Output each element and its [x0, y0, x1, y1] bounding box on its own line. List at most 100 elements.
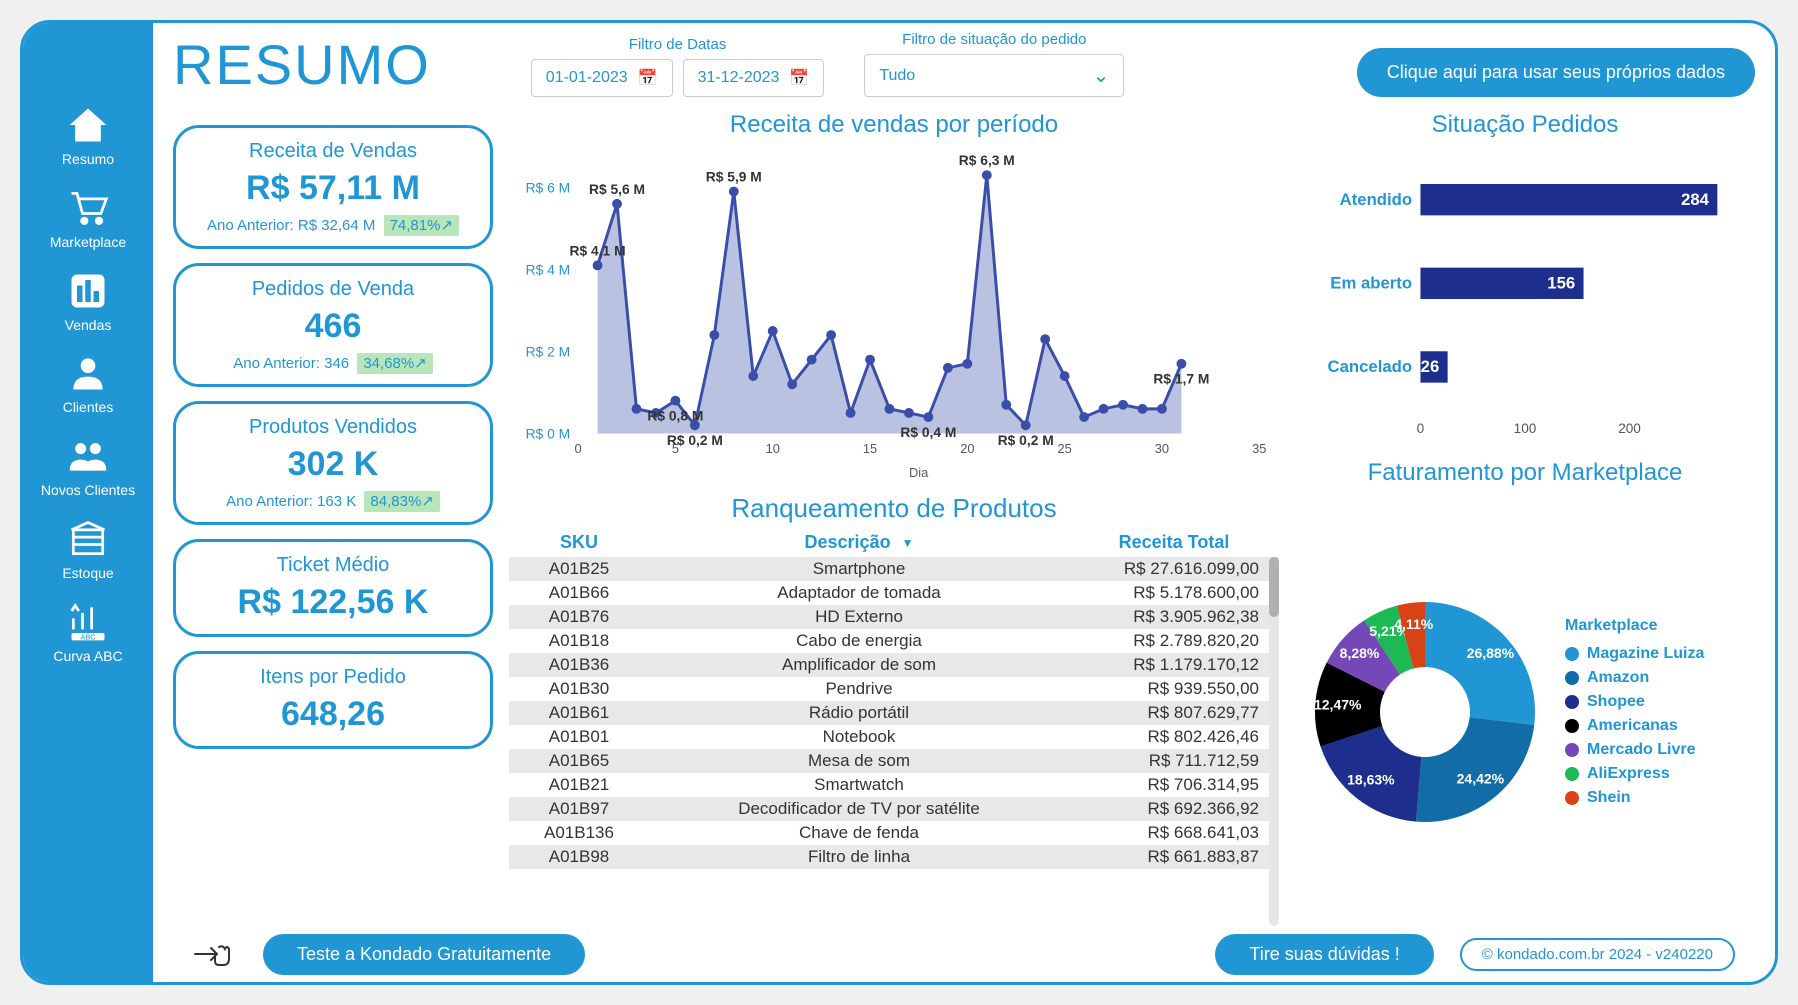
legend-item[interactable]: Amazon — [1565, 669, 1704, 687]
status-chart-title: Situação Pedidos — [1295, 111, 1755, 139]
kpi-prev: Ano Anterior: R$ 32,64 M 74,81%↗ — [192, 216, 474, 234]
kpi-title: Produtos Vendidos — [192, 416, 474, 439]
legend-dot-icon — [1565, 719, 1579, 733]
abc-icon: ABC — [66, 600, 110, 644]
legend-dot-icon — [1565, 671, 1579, 685]
kpi-card: Produtos Vendidos 302 KAno Anterior: 163… — [173, 401, 493, 525]
svg-text:30: 30 — [1155, 441, 1169, 456]
svg-text:R$ 2 M: R$ 2 M — [526, 343, 571, 359]
svg-text:156: 156 — [1547, 274, 1575, 293]
col-sku[interactable]: SKU — [509, 532, 649, 553]
svg-text:0: 0 — [575, 441, 582, 456]
sidebar-item-estoque[interactable]: Estoque — [62, 517, 113, 582]
legend-item[interactable]: Mercado Livre — [1565, 741, 1704, 759]
svg-text:R$ 4,1 M: R$ 4,1 M — [570, 242, 626, 258]
table-row[interactable]: A01B36Amplificador de somR$ 1.179.170,12 — [509, 653, 1279, 677]
svg-text:Cancelado: Cancelado — [1328, 357, 1413, 376]
svg-text:26: 26 — [1421, 357, 1440, 376]
svg-text:ABC: ABC — [80, 632, 96, 641]
svg-text:26,88%: 26,88% — [1467, 644, 1515, 660]
kpi-value: 648,26 — [192, 695, 474, 734]
bars-icon — [66, 269, 110, 313]
table-row[interactable]: A01B136Chave de fendaR$ 668.641,03 — [509, 821, 1279, 845]
table-row[interactable]: A01B76HD ExternoR$ 3.905.962,38 — [509, 605, 1279, 629]
pointing-hand-icon — [193, 939, 233, 969]
legend-item[interactable]: Shein — [1565, 789, 1704, 807]
top-row: RESUMO Filtro de Datas 01-01-2023 📅 31-1… — [173, 31, 1755, 105]
sidebar-item-marketplace[interactable]: Marketplace — [50, 186, 126, 251]
legend-item[interactable]: AliExpress — [1565, 765, 1704, 783]
right-column: Situação Pedidos Atendido284Em aberto156… — [1295, 105, 1755, 926]
svg-text:24,42%: 24,42% — [1457, 770, 1505, 786]
svg-text:10: 10 — [766, 441, 780, 456]
table-row[interactable]: A01B18Cabo de energiaR$ 2.789.820,20 — [509, 629, 1279, 653]
sidebar-item-resumo[interactable]: Resumo — [62, 103, 114, 168]
pie-chart: 26,88%24,42%18,63%12,47%8,28%5,21%4,11% — [1295, 582, 1555, 842]
table-row[interactable]: A01B30PendriveR$ 939.550,00 — [509, 677, 1279, 701]
kpi-delta: 74,81%↗ — [384, 215, 459, 236]
svg-text:R$ 6 M: R$ 6 M — [526, 179, 571, 195]
faq-button[interactable]: Tire suas dúvidas ! — [1215, 934, 1433, 975]
table-row[interactable]: A01B66Adaptador de tomadaR$ 5.178.600,00 — [509, 581, 1279, 605]
svg-text:R$ 5,6 M: R$ 5,6 M — [589, 181, 645, 197]
kpi-prev: Ano Anterior: 163 K 84,83%↗ — [192, 492, 474, 510]
scrollbar[interactable] — [1269, 557, 1279, 926]
line-chart-title: Receita de vendas por período — [509, 111, 1279, 139]
sidebar-item-curva-abc[interactable]: ABCCurva ABC — [53, 600, 122, 665]
scrollbar-thumb[interactable] — [1269, 557, 1279, 617]
table-row[interactable]: A01B25SmartphoneR$ 27.616.099,00 — [509, 557, 1279, 581]
test-free-button[interactable]: Teste a Kondado Gratuitamente — [263, 934, 585, 975]
status-filter-group: Filtro de situação do pedido Tudo ⌄ — [864, 31, 1124, 97]
svg-text:R$ 0,2 M: R$ 0,2 M — [667, 432, 723, 448]
svg-text:18,63%: 18,63% — [1347, 771, 1395, 787]
date-to-input[interactable]: 31-12-2023 📅 — [683, 59, 825, 97]
table-row[interactable]: A01B21SmartwatchR$ 706.314,95 — [509, 773, 1279, 797]
svg-text:0: 0 — [1417, 421, 1425, 436]
kpi-prev: Ano Anterior: 346 34,68%↗ — [192, 354, 474, 372]
svg-text:R$ 0,2 M: R$ 0,2 M — [998, 432, 1054, 448]
main-area: RESUMO Filtro de Datas 01-01-2023 📅 31-1… — [153, 23, 1775, 982]
table-row[interactable]: A01B65Mesa de somR$ 711.712,59 — [509, 749, 1279, 773]
kpi-value: 466 — [192, 307, 474, 346]
svg-text:4,11%: 4,11% — [1394, 616, 1433, 632]
sidebar: Resumo Marketplace Vendas Clientes Novos Cli… — [23, 23, 153, 982]
date-from-input[interactable]: 01-01-2023 📅 — [531, 59, 673, 97]
col-desc[interactable]: Descrição ▼ — [649, 532, 1069, 553]
pie-legend: Marketplace Magazine LuizaAmazonShopeeAm… — [1565, 617, 1704, 807]
table-row[interactable]: A01B97Decodificador de TV por satéliteR$… — [509, 797, 1279, 821]
svg-text:15: 15 — [863, 441, 877, 456]
col-total[interactable]: Receita Total — [1069, 532, 1279, 553]
calendar-icon: 📅 — [789, 68, 809, 88]
table-row[interactable]: A01B01NotebookR$ 802.426,46 — [509, 725, 1279, 749]
ranking-title: Ranqueamento de Produtos — [509, 493, 1279, 524]
status-select[interactable]: Tudo ⌄ — [864, 54, 1124, 97]
footer: Teste a Kondado Gratuitamente Tire suas … — [173, 926, 1755, 982]
legend-item[interactable]: Americanas — [1565, 717, 1704, 735]
svg-text:100: 100 — [1514, 421, 1537, 436]
sidebar-item-clientes[interactable]: Clientes — [63, 351, 114, 416]
legend-item[interactable]: Magazine Luiza — [1565, 645, 1704, 663]
kpi-value: R$ 57,11 M — [192, 169, 474, 208]
sidebar-item-vendas[interactable]: Vendas — [65, 269, 112, 334]
svg-text:Em aberto: Em aberto — [1330, 274, 1412, 293]
table-row[interactable]: A01B98Filtro de linhaR$ 661.883,87 — [509, 845, 1279, 869]
kpi-card: Pedidos de Venda 466Ano Anterior: 346 34… — [173, 263, 493, 387]
svg-text:35: 35 — [1252, 441, 1266, 456]
svg-text:25: 25 — [1058, 441, 1072, 456]
status-filter-label: Filtro de situação do pedido — [864, 31, 1124, 48]
ranking-section: Ranqueamento de Produtos SKU Descrição ▼… — [509, 485, 1279, 926]
sort-down-icon: ▼ — [902, 536, 914, 550]
sidebar-item-novos-clientes[interactable]: Novos Clientes — [41, 434, 135, 499]
people-icon — [66, 434, 110, 478]
kpi-title: Receita de Vendas — [192, 140, 474, 163]
person-icon — [66, 351, 110, 395]
legend-item[interactable]: Shopee — [1565, 693, 1704, 711]
kpi-title: Ticket Médio — [192, 554, 474, 577]
kpi-card: Itens por Pedido 648,26 — [173, 651, 493, 749]
table-row[interactable]: A01B61Rádio portátilR$ 807.629,77 — [509, 701, 1279, 725]
pie-chart-title: Faturamento por Marketplace — [1295, 459, 1755, 487]
legend-dot-icon — [1565, 791, 1579, 805]
chevron-down-icon: ⌄ — [1093, 63, 1110, 88]
calendar-icon: 📅 — [638, 68, 658, 88]
use-own-data-button[interactable]: Clique aqui para usar seus próprios dado… — [1357, 48, 1755, 97]
